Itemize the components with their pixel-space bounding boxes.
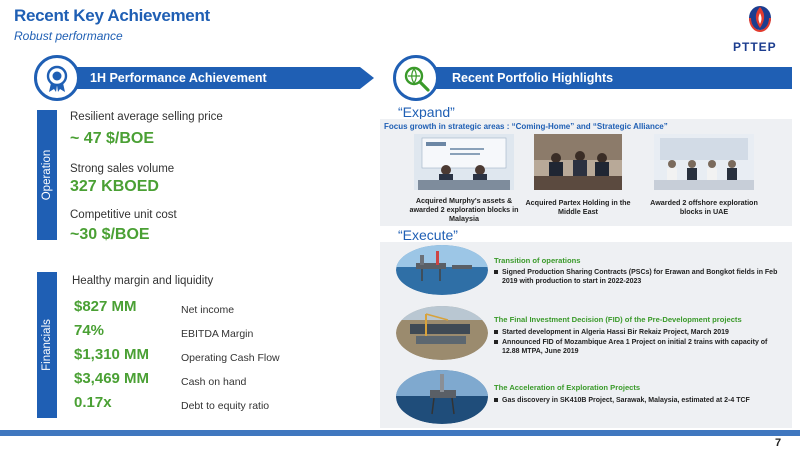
construction-photo: [396, 306, 488, 360]
financial-value: 74%: [74, 322, 105, 339]
operation-label: Competitive unit cost: [70, 209, 177, 221]
operation-value: ~30 $/BOE: [70, 226, 150, 243]
page-number: 7: [775, 437, 782, 449]
financial-label: Debt to equity ratio: [181, 400, 270, 412]
operation-value: ~ 47 $/BOE: [70, 130, 155, 147]
financial-value: $1,310 MM: [74, 346, 150, 363]
page-title: Recent Key Achievement: [14, 6, 210, 25]
financials-tab: Financials: [37, 272, 57, 418]
financials-tab-label: Financials: [41, 319, 53, 371]
execute-item-title: The Acceleration of Exploration Projects: [494, 383, 641, 392]
operation-label: Resilient average selling price: [70, 111, 223, 123]
operation-value: 327 KBOED: [70, 178, 159, 195]
financial-value: 0.17x: [74, 394, 112, 411]
execute-bullet: Started development in Algeria Hassi Bir…: [494, 328, 780, 337]
operation-tab-label: Operation: [41, 149, 53, 201]
performance-bar: 1H Performance Achievement: [60, 67, 360, 89]
expand-caption: Acquired Partex Holding in the Middle Ea…: [525, 198, 631, 216]
financial-value: $3,469 MM: [74, 370, 150, 387]
financials-heading: Healthy margin and liquidity: [72, 275, 214, 287]
financial-label: Net income: [181, 304, 235, 316]
portfolio-bar-label: Recent Portfolio Highlights: [452, 71, 614, 85]
logo-text: PTTEP: [733, 40, 777, 54]
execute-bullet: Announced FID of Mozambique Area 1 Proje…: [494, 338, 780, 356]
expand-subheading: Focus growth in strategic areas : “Comin…: [384, 122, 668, 131]
operation-tab: Operation: [37, 110, 57, 240]
portfolio-bar: Recent Portfolio Highlights: [420, 67, 792, 89]
platform-photo: [396, 245, 488, 295]
expand-caption: Awarded 2 offshore exploration blocks in…: [650, 198, 758, 216]
rig-photo: [396, 370, 488, 424]
footer-line: [0, 430, 800, 436]
financial-value: $827 MM: [74, 298, 137, 315]
execute-bullet: Signed Production Sharing Contracts (PSC…: [494, 268, 780, 286]
magnifier-globe-icon: [393, 55, 439, 101]
execute-item-title: Transition of operations: [494, 256, 581, 265]
partex-signing-photo: [534, 134, 622, 190]
murphy-signing-photo: [414, 134, 514, 190]
execute-item-title: The Final Investment Decision (FID) of t…: [494, 315, 742, 324]
expand-caption: Acquired Murphy's assets & awarded 2 exp…: [409, 196, 519, 223]
financial-label: EBITDA Margin: [181, 328, 254, 340]
expand-heading: “Expand”: [398, 104, 455, 120]
performance-bar-label: 1H Performance Achievement: [90, 71, 267, 85]
execute-heading: “Execute”: [398, 227, 458, 243]
performance-bar-arrow: [360, 67, 374, 89]
uae-awarding-photo: [654, 134, 754, 190]
execute-bullet: Gas discovery in SK410B Project, Sarawak…: [494, 396, 764, 405]
financial-label: Cash on hand: [181, 376, 247, 388]
financial-label: Operating Cash Flow: [181, 352, 280, 364]
page-subtitle: Robust performance: [14, 29, 123, 43]
award-icon: [34, 55, 80, 101]
operation-label: Strong sales volume: [70, 163, 175, 175]
